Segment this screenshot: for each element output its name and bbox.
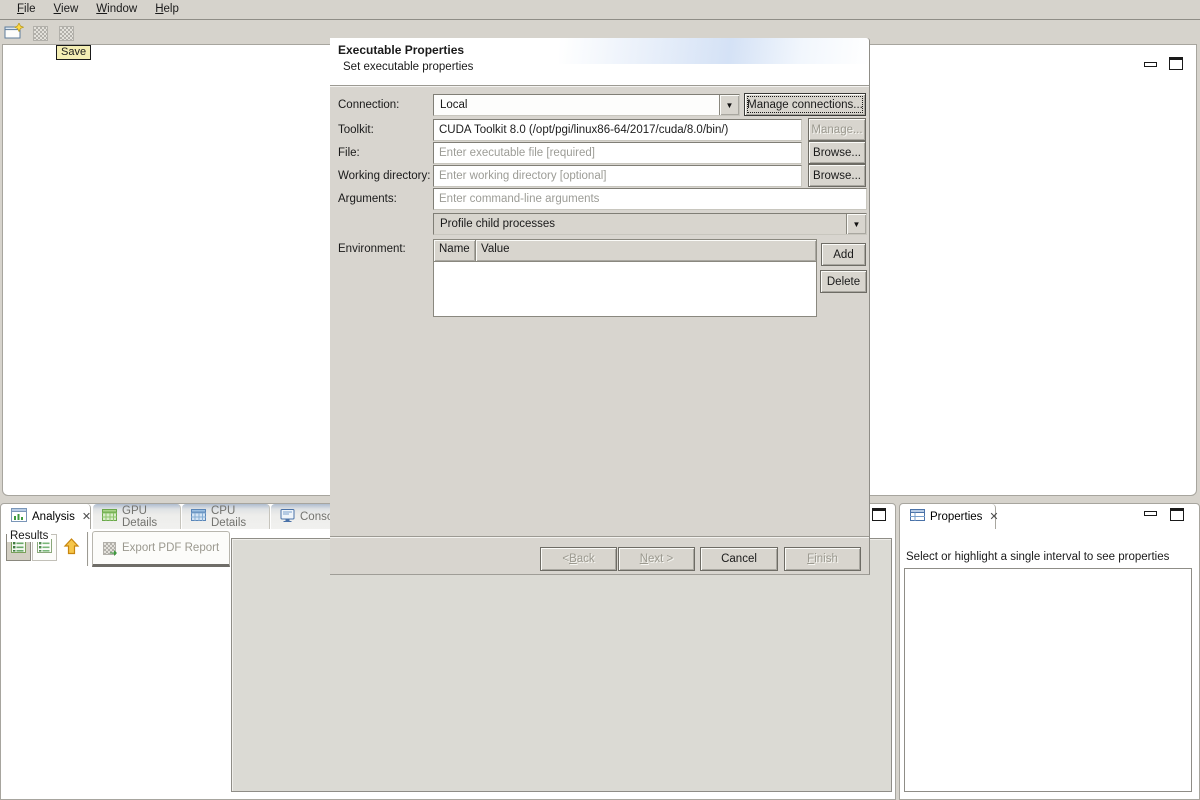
new-session-button[interactable]	[3, 24, 25, 42]
properties-icon	[910, 509, 925, 524]
banner-gradient	[559, 38, 869, 64]
executable-properties-dialog: Executable Properties Set executable pro…	[330, 38, 870, 575]
manage-connections-button[interactable]: Manage connections...	[744, 93, 866, 116]
tab-properties[interactable]: Properties ✕	[901, 504, 996, 529]
profile-mode-value: Profile child processes	[434, 214, 846, 234]
menu-file[interactable]: File	[8, 1, 45, 18]
tab-cpu-details[interactable]: CPU Details	[182, 504, 270, 529]
toolkit-input[interactable]	[433, 119, 802, 141]
save-tooltip: Save	[56, 45, 91, 60]
browse-workdir-button[interactable]: Browse...	[808, 164, 866, 187]
menu-bar: File View Window Help	[0, 0, 1200, 20]
tab-cpu-details-label: CPU Details	[211, 505, 260, 529]
results-group	[231, 538, 892, 792]
menu-view[interactable]: View	[45, 1, 88, 18]
tab-analysis-label: Analysis	[32, 511, 75, 523]
dialog-title: Executable Properties	[338, 43, 464, 57]
profile-mode-combo[interactable]: Profile child processes ▼	[433, 213, 867, 235]
promote-analysis-button[interactable]	[59, 534, 84, 561]
export-pdf-button[interactable]: Export PDF Report	[92, 531, 230, 567]
save-as-button[interactable]: ,,,	[55, 24, 77, 42]
maximize-analysis-icon[interactable]	[872, 508, 886, 521]
save-button[interactable]	[29, 24, 51, 42]
next-button[interactable]: Next >	[618, 547, 695, 571]
menu-help[interactable]: Help	[146, 1, 188, 18]
connection-combo[interactable]: Local ▼	[433, 94, 740, 116]
maximize-properties-icon[interactable]	[1170, 508, 1184, 521]
column-header-name[interactable]: Name	[434, 240, 476, 261]
gpu-details-icon	[102, 509, 117, 524]
tab-properties-label: Properties	[930, 511, 982, 523]
arguments-input[interactable]	[433, 188, 867, 210]
toolkit-label: Toolkit:	[338, 124, 374, 136]
save-as-icon	[59, 26, 74, 41]
chevron-down-icon[interactable]: ▼	[719, 95, 739, 115]
properties-panel: Properties ✕ Select or highlight a singl…	[899, 503, 1200, 800]
tab-gpu-details[interactable]: GPU Details	[93, 504, 181, 529]
dialog-subtitle: Set executable properties	[343, 61, 473, 73]
menu-window[interactable]: Window	[87, 1, 146, 18]
environment-label: Environment:	[338, 243, 406, 255]
connection-label: Connection:	[338, 99, 399, 111]
minimize-properties-icon[interactable]	[1144, 511, 1157, 516]
tab-gpu-details-label: GPU Details	[122, 505, 171, 529]
delete-env-button[interactable]: Delete	[820, 270, 867, 293]
workdir-label: Working directory:	[338, 170, 430, 182]
maximize-editor-icon[interactable]	[1169, 57, 1183, 70]
close-tab-icon[interactable]: ✕	[82, 510, 91, 523]
dialog-banner: Executable Properties Set executable pro…	[330, 38, 869, 85]
environment-table-header: Name Value	[434, 240, 816, 262]
workdir-input[interactable]	[433, 165, 802, 187]
finish-button[interactable]: Finish	[784, 547, 861, 571]
save-icon	[33, 26, 48, 41]
file-label: File:	[338, 147, 360, 159]
chevron-down-icon[interactable]: ▼	[846, 214, 866, 234]
export-pdf-icon	[103, 542, 116, 555]
cancel-button[interactable]: Cancel	[700, 547, 778, 571]
up-arrow-icon	[63, 538, 80, 558]
banner-separator	[330, 85, 869, 86]
connection-combo-value: Local	[434, 95, 719, 115]
toolbar-separator	[87, 532, 89, 566]
console-icon	[280, 509, 295, 525]
browse-file-button[interactable]: Browse...	[808, 141, 866, 164]
minimize-editor-icon[interactable]	[1144, 62, 1157, 67]
add-env-button[interactable]: Add	[821, 243, 866, 266]
back-button[interactable]: < Back	[540, 547, 617, 571]
button-bar-separator	[330, 536, 869, 537]
new-window-icon	[4, 23, 24, 43]
tab-analysis[interactable]: Analysis ✕	[2, 504, 91, 529]
environment-table[interactable]: Name Value	[433, 239, 817, 317]
cpu-details-icon	[191, 509, 206, 524]
properties-hint: Select or highlight a single interval to…	[906, 551, 1169, 563]
export-pdf-label: Export PDF Report	[122, 542, 219, 554]
manage-toolkit-button[interactable]: Manage...	[808, 118, 866, 141]
results-group-label: Results	[7, 530, 51, 542]
analysis-icon	[11, 508, 27, 525]
close-tab-icon[interactable]: ✕	[989, 510, 998, 523]
column-header-value[interactable]: Value	[476, 240, 816, 261]
file-input[interactable]	[433, 142, 802, 164]
arguments-label: Arguments:	[338, 193, 397, 205]
properties-content	[904, 568, 1192, 792]
